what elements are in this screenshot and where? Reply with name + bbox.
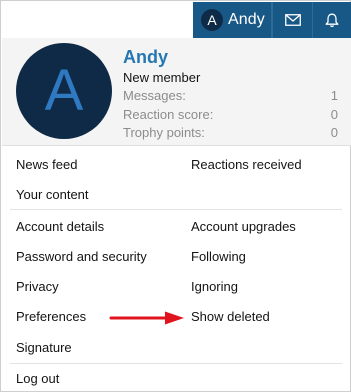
menu-log-out[interactable]: Log out bbox=[16, 371, 59, 386]
divider bbox=[10, 209, 342, 210]
stat-value: 1 bbox=[330, 88, 338, 103]
menu-news-feed[interactable]: News feed bbox=[16, 157, 77, 172]
avatar[interactable]: A bbox=[16, 43, 112, 139]
profile-username[interactable]: Andy bbox=[123, 47, 168, 68]
nav-username: Andy bbox=[228, 11, 265, 28]
stat-messages: Messages: 1 bbox=[123, 88, 338, 103]
menu-signature[interactable]: Signature bbox=[16, 340, 72, 355]
menu-preferences[interactable]: Preferences bbox=[16, 309, 86, 324]
inbox-tab[interactable] bbox=[272, 2, 312, 38]
menu-show-deleted[interactable]: Show deleted bbox=[191, 309, 270, 324]
account-tab[interactable]: A Andy bbox=[193, 2, 272, 38]
user-title: New member bbox=[123, 70, 201, 85]
menu-reactions-received[interactable]: Reactions received bbox=[191, 157, 302, 172]
stat-reaction-score: Reaction score: 0 bbox=[123, 107, 338, 122]
stat-label: Messages: bbox=[123, 88, 186, 103]
menu-account-details[interactable]: Account details bbox=[16, 219, 104, 234]
top-nav: A Andy bbox=[2, 2, 351, 38]
menu-ignoring[interactable]: Ignoring bbox=[191, 279, 238, 294]
bell-icon bbox=[325, 13, 339, 27]
menu-account-upgrades[interactable]: Account upgrades bbox=[191, 219, 296, 234]
stat-label: Reaction score: bbox=[123, 107, 214, 122]
stat-trophy-points: Trophy points: 0 bbox=[123, 125, 338, 140]
menu-privacy[interactable]: Privacy bbox=[16, 279, 59, 294]
stat-label: Trophy points: bbox=[123, 125, 205, 140]
envelope-icon bbox=[284, 14, 301, 26]
account-popup: A Andy A Andy New member Messages: 1 Rea… bbox=[0, 0, 351, 392]
stat-value: 0 bbox=[330, 125, 338, 140]
nav-avatar: A bbox=[201, 9, 223, 31]
menu-password-security[interactable]: Password and security bbox=[16, 249, 147, 264]
stat-value: 0 bbox=[330, 107, 338, 122]
menu-your-content[interactable]: Your content bbox=[16, 187, 89, 202]
profile-header: A Andy New member Messages: 1 Reaction s… bbox=[2, 38, 351, 146]
menu-following[interactable]: Following bbox=[191, 249, 246, 264]
red-arrow-annotation bbox=[109, 311, 184, 325]
nav-tabs: A Andy bbox=[193, 2, 351, 38]
divider bbox=[10, 363, 342, 364]
alerts-tab[interactable] bbox=[312, 2, 351, 38]
